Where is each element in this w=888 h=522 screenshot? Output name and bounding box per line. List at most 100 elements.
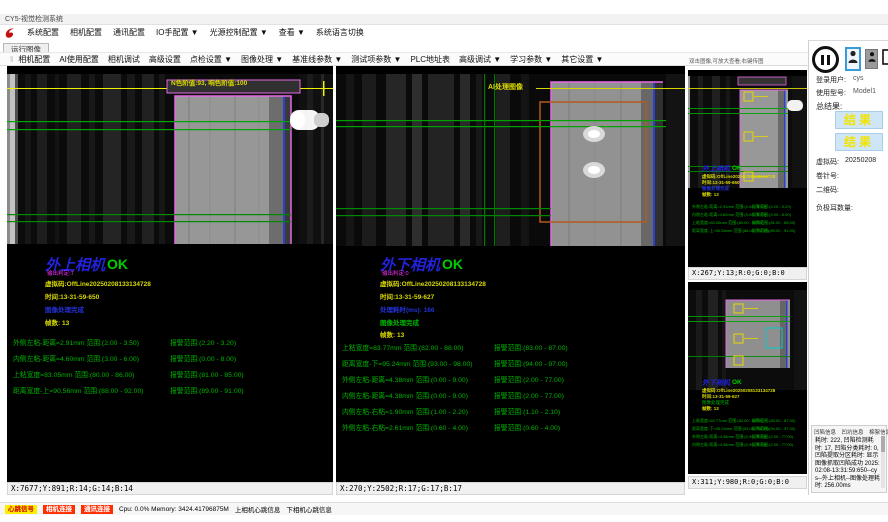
mini-view-2[interactable]: 外下相机 OK 虚拟码:OffLine20250208133134728 时间:… <box>688 282 807 474</box>
pause-icon <box>821 55 830 65</box>
measure-text: 外侧左粘-右粘=2.61mm 范围:(0.60 - 4.00) <box>342 422 468 432</box>
tool-image-process[interactable]: 图像处理 ▼ <box>241 54 283 65</box>
camera-image-upper <box>7 74 333 244</box>
mini2-frames: 帧数: 13 <box>702 406 719 412</box>
tool-learn-params[interactable]: 学习参数 ▼ <box>510 54 552 65</box>
measure-text: 外侧左粘-距离=2.91mm 范围:(2.00 - 3.50) <box>13 337 139 347</box>
tool-baseline-params[interactable]: 基准线参数 ▼ <box>292 54 342 65</box>
tool-advanced-debug[interactable]: 高级调试 ▼ <box>459 54 501 65</box>
tool-ai-config[interactable]: AI使用配置 <box>59 54 99 65</box>
pixel-status-upper: X:7677;Y:891;R:14;G:14;B:14 <box>7 482 333 495</box>
mini2-alarm: 报警范围:(2.00 - 77.00) <box>752 442 793 448</box>
mini-image-2 <box>688 290 807 390</box>
tool-camera-debug[interactable]: 相机调试 <box>108 54 140 65</box>
comm-connect-badge: 通讯连接 <box>81 505 113 514</box>
judge-text-lower: 输出判定:0 <box>382 269 409 277</box>
barcode-text-upper: 虚拟码:OffLine20250208133134728 <box>45 278 151 288</box>
mini2-camera-name: 外下相机 <box>702 378 730 388</box>
camera-image-lower <box>336 74 685 246</box>
gray-level-label: N色阶值:93, 响色阶值:100 <box>171 77 247 87</box>
menu-item-view[interactable]: 查看 ▼ <box>279 27 305 38</box>
info-tab-pit[interactable]: 凹坑信息 <box>842 430 864 436</box>
tool-plc-table[interactable]: PLC地址表 <box>410 54 450 65</box>
title-bar: CY5-视觉检测系统 <box>0 14 888 25</box>
alarm-text: 报警范围:(83.00 - 87.00) <box>494 342 568 352</box>
exit-button[interactable] <box>881 49 888 69</box>
info-tabs: 凹陷信息 凹坑信息 棉絮信息 <box>812 426 886 437</box>
alarm-text: 报警范围:(0.00 - 8.00) <box>170 353 236 363</box>
alarm-text: 报警范围:(0.60 - 4.00) <box>494 422 560 432</box>
tool-other-settings[interactable]: 其它设置 ▼ <box>561 54 603 65</box>
virtual-code-label: 虚拟码: <box>816 157 839 167</box>
measure-text: 内侧左粘-距离=4.38mm 范围:(0.00 - 9.00) <box>342 390 468 400</box>
toolbar-grip[interactable]: ‖ <box>10 55 13 64</box>
mini-view-1[interactable]: 外上相机 OK 虚拟码:OffLine20250208133134728 时间:… <box>688 70 807 267</box>
tab-strip: 运行图像 <box>0 39 888 52</box>
mini2-alarm: 报警范围:(2.00 - 77.00) <box>752 434 793 440</box>
upper-camera-heartbeat-text: 上相机心跳信息 <box>235 504 281 514</box>
measure-text: 上粘宽度=83.77mm 范围:(82.00 - 88.00) <box>342 342 463 352</box>
camera-view-lower[interactable]: AI处理图像 外下相机 OK 输出判定:0 虚拟码:OffLine2025020… <box>336 66 685 482</box>
menu-item-comm-config[interactable]: 通讯配置 <box>113 27 145 38</box>
info-scrollbar[interactable] <box>881 436 885 488</box>
operator-login-button[interactable] <box>845 47 861 71</box>
user-icon <box>848 50 858 69</box>
measure-text: 外侧左粘-距离=4.38mm 范围:(0.00 - 9.00) <box>342 374 468 384</box>
menu-bar: 系统配置 相机配置 通讯配置 IO手配置 ▼ 光源控制配置 ▼ 查看 ▼ 系统语… <box>0 26 888 39</box>
menu-item-camera-config[interactable]: 相机配置 <box>70 27 102 38</box>
camera-connect-badge: 相机连接 <box>43 505 75 514</box>
done-text-lower: 图像处理完成 <box>380 317 419 327</box>
pixel-status-lower: X:270;Y:2502;R:17;G:17;B:17 <box>336 482 685 495</box>
mini1-alarm: 报警范围:(2.20 - 3.20) <box>752 204 791 210</box>
pause-button[interactable] <box>812 46 839 73</box>
mini2-result-ok: OK <box>732 379 742 386</box>
result-box-1: 结果 <box>835 111 883 129</box>
menu-item-system-config[interactable]: 系统配置 <box>27 27 59 38</box>
elapsed-text-lower: 处理耗时(ms): 166 <box>380 304 435 314</box>
mini1-frames: 帧数: 13 <box>702 192 719 198</box>
alarm-text: 报警范围:(2.00 - 77.00) <box>494 390 564 400</box>
control-panel: 登录用户: cys 使用型号: Model1 总结果: 结果 结果 虚拟码: 2… <box>808 40 888 495</box>
barcode-text-lower: 虚拟码:OffLine20250208133134728 <box>380 278 486 288</box>
camera-view-upper[interactable]: N色阶值:93, 响色阶值:100 外上相机 OK 输出判定:T 虚拟码:Off… <box>7 66 333 482</box>
app-logo-icon <box>4 27 16 39</box>
time-text-lower: 时间:13-31-59-627 <box>380 291 434 301</box>
window-title: CY5-视觉检测系统 <box>5 16 63 23</box>
tool-test-params[interactable]: 测试项参数 ▼ <box>351 54 401 65</box>
tool-advanced-settings[interactable]: 高级设置 <box>149 54 181 65</box>
qr-code-label: 二维码: <box>816 185 839 195</box>
model-value[interactable]: Model1 <box>853 88 876 95</box>
alarm-text: 报警范围:(81.00 - 85.00) <box>170 369 244 379</box>
tool-spot-check[interactable]: 点检设置 ▼ <box>190 54 232 65</box>
info-tab-lint[interactable]: 棉絮信息 <box>869 430 888 436</box>
model-label: 使用型号: <box>816 88 846 98</box>
measure-text: 内侧左粘-距离=4.60mm 范围:(3.00 - 6.00) <box>13 353 139 363</box>
lower-camera-heartbeat-text: 下相机心跳信息 <box>286 504 332 514</box>
virtual-code-value: 20250208 <box>845 157 876 164</box>
heartbeat-badge: 心跳信号 <box>5 505 37 514</box>
mini1-camera-name: 外上相机 <box>702 164 730 174</box>
done-text-upper: 图像处理完成 <box>45 304 84 314</box>
alarm-text: 报警范围:(2.20 - 3.20) <box>170 337 236 347</box>
menu-item-language[interactable]: 系统语言切换 <box>316 27 364 38</box>
judge-text-upper: 输出判定:T <box>47 269 74 277</box>
mini-hint-text: 双击图像,可放大查看;右键传图 <box>689 57 764 65</box>
admin-user-button[interactable] <box>865 49 878 69</box>
alarm-text: 报警范围:(1.10 - 2.10) <box>494 406 560 416</box>
login-user-label: 登录用户: <box>816 75 846 85</box>
menu-item-light-config[interactable]: 光源控制配置 ▼ <box>210 27 268 38</box>
info-tab-dent[interactable]: 凹陷信息 <box>814 430 836 436</box>
ai-image-label: AI处理图像 <box>488 82 523 92</box>
mini1-alarm: 报警范围:(0.00 - 8.00) <box>752 212 791 218</box>
user-dark-icon <box>868 50 876 68</box>
mini1-result-ok: OK <box>732 165 742 172</box>
mini1-alarm: 报警范围:(81.00 - 85.00) <box>752 220 795 226</box>
app-window: CY5-视觉检测系统 系统配置 相机配置 通讯配置 IO手配置 ▼ 光源控制配置… <box>0 0 888 522</box>
exit-door-icon <box>882 49 888 70</box>
login-user-value: cys <box>853 75 864 82</box>
tool-camera-config[interactable]: 相机配置 <box>18 54 50 65</box>
frames-text-lower: 帧数: 13 <box>380 329 404 339</box>
menu-item-io-config[interactable]: IO手配置 ▼ <box>156 27 199 38</box>
cpu-memory-text: Cpu: 0.0% Memory: 3424.41796875M <box>119 506 229 513</box>
needle-number-label: 卷针号: <box>816 171 839 181</box>
